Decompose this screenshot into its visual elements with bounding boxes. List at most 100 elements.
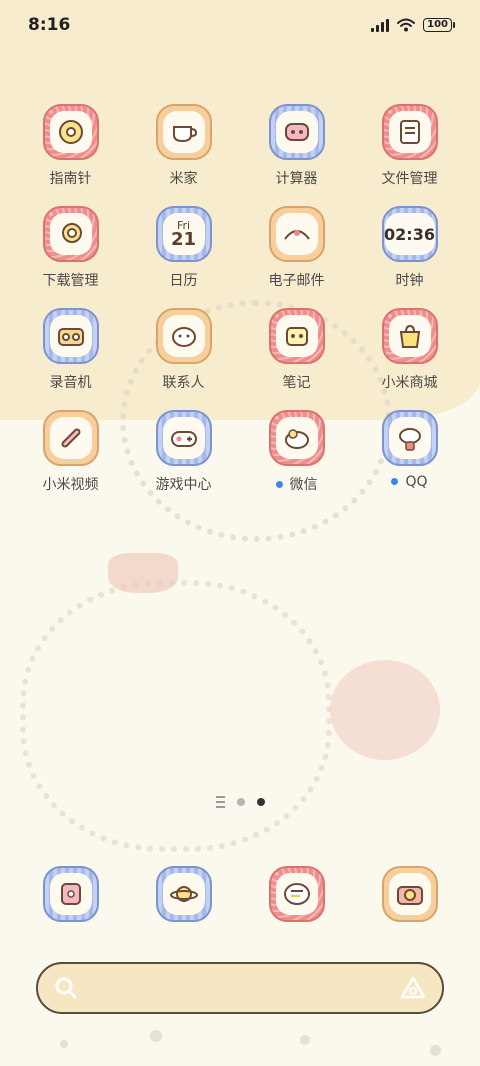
calendar-date: 21 xyxy=(170,228,197,250)
app-label: 下载管理 xyxy=(43,270,99,289)
app-label: 电子邮件 xyxy=(268,270,325,289)
icon-face xyxy=(275,873,318,915)
app-mail[interactable]: 电子邮件 xyxy=(240,206,353,289)
contacts-icon[interactable] xyxy=(155,308,212,364)
app-download[interactable]: 下载管理 xyxy=(14,206,127,289)
clock-icon[interactable]: 02:36 xyxy=(381,206,438,262)
app-calculator[interactable]: 计算器 xyxy=(240,104,353,187)
messages-icon[interactable] xyxy=(268,866,325,922)
app-label-text: 计算器 xyxy=(275,171,318,187)
shopping-bag-icon[interactable] xyxy=(381,308,438,364)
gamepad-icon[interactable] xyxy=(155,410,212,466)
app-label-text: 电子邮件 xyxy=(268,273,325,289)
app-label: 小米视频 xyxy=(42,474,99,493)
icon-face xyxy=(49,111,92,153)
video-icon[interactable] xyxy=(42,410,99,466)
icon-face xyxy=(388,111,431,153)
battery-icon: 100 xyxy=(423,18,455,32)
app-label-text: 游戏中心 xyxy=(155,477,212,493)
app-label-text: 小米商城 xyxy=(381,375,438,391)
app-label: 小米商城 xyxy=(381,372,438,391)
calendar-icon[interactable]: Fri 21 xyxy=(155,206,212,262)
browser-icon[interactable] xyxy=(155,866,212,922)
page-dot[interactable] xyxy=(236,798,245,806)
app-label: 笔记 xyxy=(282,372,311,391)
wallpaper-bow xyxy=(108,553,178,593)
wallpaper-blob xyxy=(20,580,332,852)
app-qq[interactable]: QQ xyxy=(353,410,466,492)
notes-icon[interactable] xyxy=(268,308,325,364)
app-contacts[interactable]: 联系人 xyxy=(127,308,240,391)
app-label: 指南针 xyxy=(50,168,92,187)
app-label-text: 微信 xyxy=(289,477,318,493)
status-icons: 100 xyxy=(371,18,455,32)
icon-face: Fri 21 xyxy=(162,213,205,255)
app-label: 文件管理 xyxy=(381,168,438,187)
new-notification-dot xyxy=(391,477,399,485)
app-label-text: 小米视频 xyxy=(42,477,99,493)
folder-icon[interactable] xyxy=(381,104,438,160)
wallpaper-dot xyxy=(430,1045,441,1056)
icon-face: 02:36 xyxy=(384,213,435,255)
phone-icon[interactable] xyxy=(42,866,99,922)
app-label-text: 录音机 xyxy=(49,375,92,391)
app-label: QQ xyxy=(391,474,428,492)
icon-face xyxy=(275,417,318,459)
app-notes[interactable]: 笔记 xyxy=(240,308,353,391)
search-icon xyxy=(55,977,77,999)
app-label: 联系人 xyxy=(163,372,205,391)
wallpaper-dot xyxy=(150,1030,162,1042)
app-label: 时钟 xyxy=(395,270,424,289)
icon-face xyxy=(49,873,92,915)
download-icon[interactable] xyxy=(42,206,99,262)
qq-icon[interactable] xyxy=(381,410,438,466)
new-notification-dot xyxy=(275,480,283,488)
app-compass[interactable]: 指南针 xyxy=(14,104,127,187)
icon-face xyxy=(275,315,318,357)
wechat-icon[interactable] xyxy=(268,410,325,466)
dock xyxy=(14,866,466,922)
app-calendar[interactable]: Fri 21 日历 xyxy=(127,206,240,289)
app-folder[interactable]: 文件管理 xyxy=(353,104,466,187)
page-dot-active[interactable] xyxy=(256,798,265,806)
app-wechat[interactable]: 微信 xyxy=(240,410,353,493)
compass-icon[interactable] xyxy=(42,104,99,160)
wallpaper-dot xyxy=(60,1040,68,1048)
app-recorder[interactable]: 录音机 xyxy=(14,308,127,391)
app-teacup[interactable]: 米家 xyxy=(127,104,240,187)
dock-app-messages[interactable] xyxy=(240,866,353,922)
app-clock[interactable]: 02:36 时钟 xyxy=(353,206,466,289)
app-shopping-bag[interactable]: 小米商城 xyxy=(353,308,466,391)
app-label: 计算器 xyxy=(275,168,318,187)
status-bar: 8:16 100 xyxy=(0,0,480,50)
app-label: 游戏中心 xyxy=(155,474,212,493)
wifi-icon xyxy=(397,18,416,32)
icon-face xyxy=(388,873,431,915)
icon-face xyxy=(49,315,92,357)
icon-face xyxy=(162,315,205,357)
app-label-text: 时钟 xyxy=(395,273,424,289)
dock-app-phone[interactable] xyxy=(14,866,127,922)
signal-icon xyxy=(371,18,390,32)
app-gamepad[interactable]: 游戏中心 xyxy=(127,410,240,493)
app-label: 米家 xyxy=(170,168,198,187)
mail-icon[interactable] xyxy=(268,206,325,262)
teacup-icon[interactable] xyxy=(155,104,212,160)
icon-face xyxy=(388,315,431,357)
dock-app-camera[interactable] xyxy=(353,866,466,922)
assistant-icon[interactable] xyxy=(400,976,426,1000)
search-input[interactable] xyxy=(88,979,390,997)
app-drawer-indicator-icon[interactable] xyxy=(215,796,225,808)
app-label-text: 文件管理 xyxy=(381,171,438,187)
icon-face xyxy=(162,873,205,915)
calculator-icon[interactable] xyxy=(268,104,325,160)
app-label-text: QQ xyxy=(405,474,428,490)
app-video[interactable]: 小米视频 xyxy=(14,410,127,493)
app-label-text: 笔记 xyxy=(282,375,311,391)
recorder-icon[interactable] xyxy=(42,308,99,364)
app-label: 日历 xyxy=(170,270,198,289)
status-time: 8:16 xyxy=(28,15,71,35)
search-bar[interactable] xyxy=(36,962,444,1014)
camera-icon[interactable] xyxy=(381,866,438,922)
dock-app-browser[interactable] xyxy=(127,866,240,922)
